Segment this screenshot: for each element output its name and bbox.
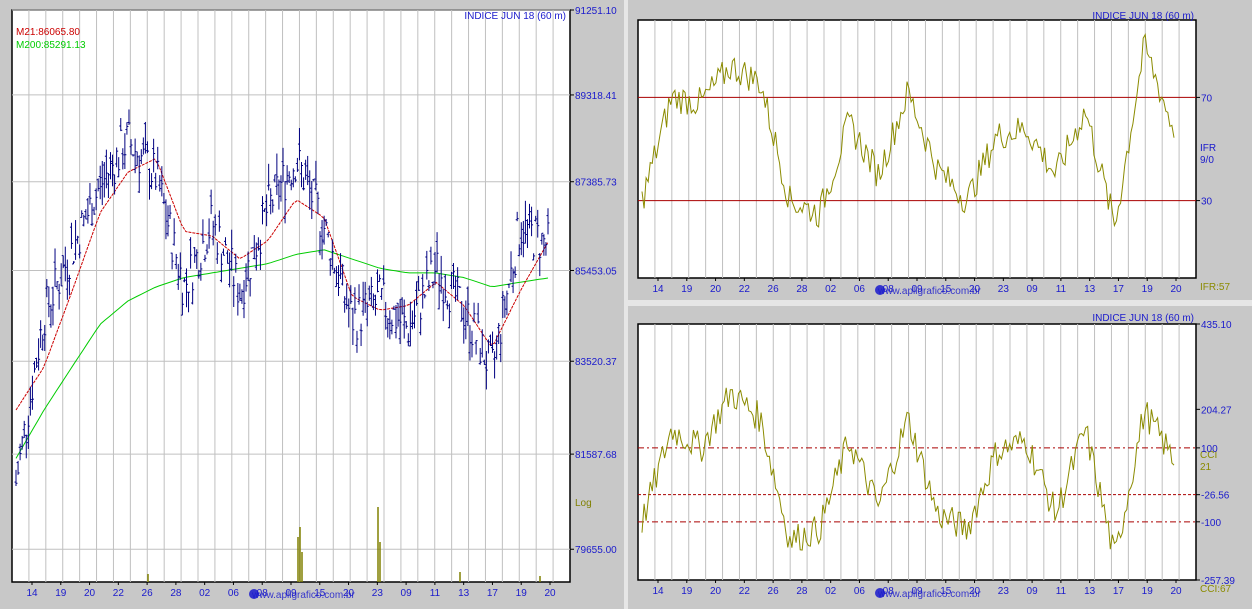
price-plot-area xyxy=(11,9,571,583)
cci-x-tick-label: 20 xyxy=(1170,586,1182,597)
ifr-label-params: 9/0 xyxy=(1200,155,1214,166)
watermark-text: www.apligrafico.com.br xyxy=(877,589,981,600)
ifr-label-name: IFR xyxy=(1200,143,1216,154)
watermark-text: www.apligrafico.com.br xyxy=(251,590,355,601)
ma200-legend: M200:85291.13 xyxy=(16,40,86,51)
price-x-tick-label: 09 xyxy=(401,588,413,599)
cci-y-tick-label: -257.39 xyxy=(1201,576,1235,587)
price-x-tick-label: 23 xyxy=(372,588,384,599)
ma21-legend: M21:86065.80 xyxy=(16,27,80,38)
ifr-x-tick-label: 19 xyxy=(681,284,693,295)
cci-x-tick-label: 23 xyxy=(998,586,1010,597)
price-y-tick-label: 91251.10 xyxy=(575,6,617,17)
cci-x-tick-label: 28 xyxy=(796,586,808,597)
cci-chart-panel[interactable]: INDICE JUN 18 (60 m) CCI 21 CCI:67 435.1… xyxy=(628,306,1252,609)
price-y-tick-label: 89318.41 xyxy=(575,91,617,102)
price-y-tick-label: 79655.00 xyxy=(575,545,617,556)
ifr-x-tick-label: 20 xyxy=(710,284,722,295)
cci-x-tick-label: 02 xyxy=(825,586,837,597)
watermark-text: www.apligrafico.com.br xyxy=(877,286,981,297)
ifr-x-tick-label: 13 xyxy=(1084,284,1096,295)
cci-x-tick-label: 19 xyxy=(1142,586,1154,597)
ifr-plot-area xyxy=(637,19,1197,279)
price-chart-panel[interactable]: INDICE JUN 18 (60 m) M21:86065.80 M200:8… xyxy=(0,0,624,609)
cci-y-tick-label: 435.10 xyxy=(1201,320,1232,331)
cci-y-tick-label: -100 xyxy=(1201,518,1221,529)
ifr-x-tick-label: 28 xyxy=(796,284,808,295)
price-x-tick-label: 19 xyxy=(516,588,528,599)
ifr-x-tick-label: 17 xyxy=(1113,284,1125,295)
cci-x-tick-label: 17 xyxy=(1113,586,1125,597)
cci-x-tick-label: 20 xyxy=(710,586,722,597)
cci-x-tick-label: 26 xyxy=(768,586,780,597)
ifr-x-tick-label: 09 xyxy=(1027,284,1039,295)
price-y-axis: 91251.10 89318.41 87385.73 85453.05 83520.37… xyxy=(570,6,617,556)
price-x-tick-label: 02 xyxy=(199,588,211,599)
price-y-tick-label: 83520.37 xyxy=(575,357,617,368)
cci-y-tick-label: -26.56 xyxy=(1201,491,1230,502)
cci-label-params: 21 xyxy=(1200,462,1212,473)
cci-chart[interactable]: INDICE JUN 18 (60 m) CCI 21 CCI:67 435.1… xyxy=(628,306,1252,609)
ifr-x-tick-label: 20 xyxy=(1170,284,1182,295)
ifr-value-label: IFR:57 xyxy=(1200,282,1230,293)
cci-y-tick-label: 204.27 xyxy=(1201,405,1232,416)
watermark-logo-icon xyxy=(249,589,259,599)
ifr-x-tick-label: 14 xyxy=(652,284,664,295)
price-x-tick-label: 20 xyxy=(544,588,556,599)
ifr-chart[interactable]: INDICE JUN 18 (60 m) IFR 9/0 IFR:57 70 30… xyxy=(628,0,1252,300)
price-x-tick-label: 22 xyxy=(113,588,125,599)
price-x-tick-label: 26 xyxy=(142,588,154,599)
ifr-x-tick-label: 11 xyxy=(1056,284,1067,295)
scale-mode-label: Log xyxy=(575,498,592,509)
price-x-tick-label: 14 xyxy=(26,588,38,599)
price-x-tick-label: 17 xyxy=(487,588,499,599)
ifr-y-tick-label: 70 xyxy=(1201,93,1213,104)
price-chart[interactable]: INDICE JUN 18 (60 m) M21:86065.80 M200:8… xyxy=(0,0,624,609)
cci-x-tick-label: 22 xyxy=(739,586,751,597)
ifr-y-tick-label: 30 xyxy=(1201,197,1213,208)
price-y-tick-label: 85453.05 xyxy=(575,266,617,277)
cci-x-tick-label: 11 xyxy=(1056,586,1067,597)
price-x-tick-label: 13 xyxy=(458,588,470,599)
cci-y-axis: 435.10 204.27 100 -26.56 -100 -257.39 xyxy=(1196,320,1235,587)
price-chart-title: INDICE JUN 18 (60 m) xyxy=(464,11,566,22)
price-x-tick-label: 06 xyxy=(228,588,240,599)
ifr-x-tick-label: 19 xyxy=(1142,284,1154,295)
price-x-tick-label: 20 xyxy=(84,588,96,599)
cci-x-tick-label: 13 xyxy=(1084,586,1096,597)
price-x-tick-label: 19 xyxy=(55,588,67,599)
cci-chart-title: INDICE JUN 18 (60 m) xyxy=(1092,313,1194,324)
watermark-logo-icon xyxy=(875,285,885,295)
cci-x-tick-label: 14 xyxy=(652,586,664,597)
price-x-tick-label: 28 xyxy=(170,588,182,599)
cci-x-tick-label: 19 xyxy=(681,586,693,597)
ifr-x-tick-label: 06 xyxy=(854,284,866,295)
price-y-tick-label: 81587.68 xyxy=(575,450,617,461)
cci-x-tick-label: 09 xyxy=(1027,586,1039,597)
ifr-x-tick-label: 23 xyxy=(998,284,1010,295)
watermark-logo-icon xyxy=(875,588,885,598)
ifr-x-tick-label: 26 xyxy=(768,284,780,295)
ifr-chart-title: INDICE JUN 18 (60 m) xyxy=(1092,11,1194,22)
price-y-tick-label: 87385.73 xyxy=(575,178,617,189)
ifr-x-tick-label: 02 xyxy=(825,284,837,295)
price-x-tick-label: 11 xyxy=(430,588,441,599)
cci-x-tick-label: 06 xyxy=(854,586,866,597)
cci-y-tick-label: 100 xyxy=(1201,444,1218,455)
ifr-x-tick-label: 22 xyxy=(739,284,751,295)
ifr-chart-panel[interactable]: INDICE JUN 18 (60 m) IFR 9/0 IFR:57 70 30… xyxy=(628,0,1252,300)
